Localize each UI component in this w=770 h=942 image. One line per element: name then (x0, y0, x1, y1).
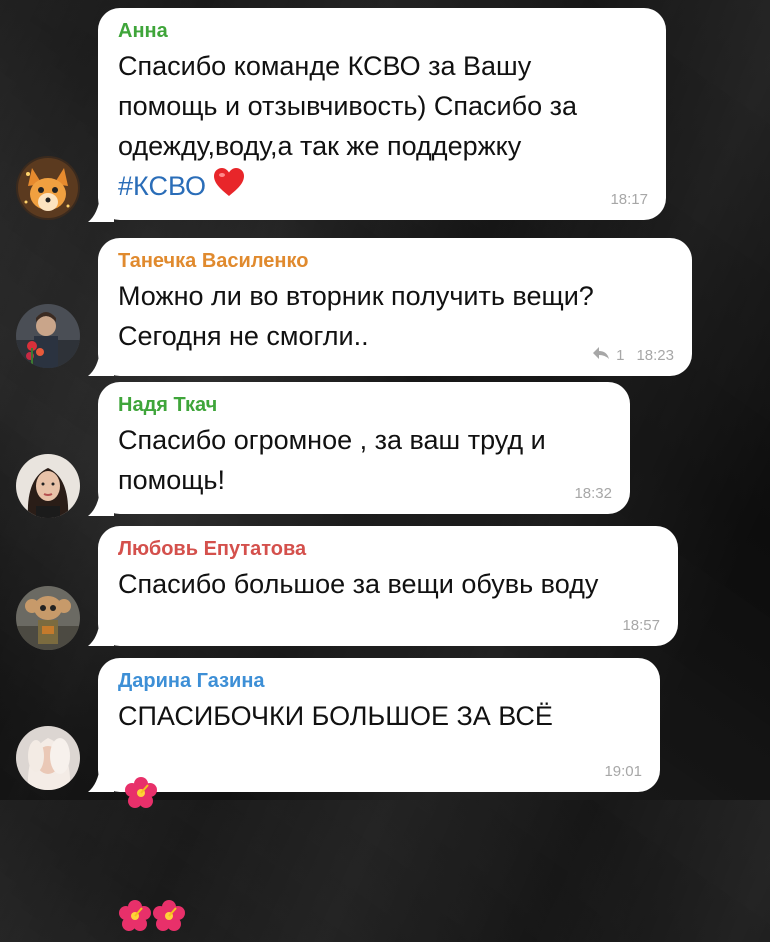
message-time: 18:17 (610, 191, 648, 208)
message-meta: 1 18:23 (592, 346, 674, 364)
message-meta: 19:01 (604, 763, 642, 780)
avatar-lyubov[interactable] (16, 586, 80, 650)
avatar-nadya[interactable] (16, 454, 80, 518)
message-bubble[interactable]: Дарина Газина СПАСИБОЧКИ БОЛЬШОЕ ЗА ВСЁ … (98, 658, 660, 931)
avatar-anna[interactable] (16, 156, 80, 220)
sender-name[interactable]: Анна (118, 18, 646, 46)
message-body: СПАСИБОЧКИ БОЛЬШОЕ ЗА ВСЁ (118, 701, 553, 731)
hibiscus-icon (152, 859, 186, 942)
message-text: Спасибо огромное , за ваш труд и помощь! (118, 425, 546, 495)
message-bubble[interactable]: Надя Ткач Спасибо огромное , за ваш труд… (98, 382, 630, 514)
sender-name[interactable]: Дарина Газина (118, 668, 640, 696)
message-lyubov[interactable]: Любовь Епутатова Спасибо большое за вещи… (0, 520, 770, 650)
message-nadya[interactable]: Надя Ткач Спасибо огромное , за ваш труд… (0, 380, 770, 520)
message-time: 19:01 (604, 763, 642, 780)
message-time: 18:57 (622, 617, 660, 634)
hibiscus-icon (124, 736, 158, 819)
sender-name[interactable]: Любовь Епутатова (118, 536, 658, 564)
message-bubble[interactable]: Анна Спасибо команде КСВО за Вашу помощь… (98, 8, 666, 220)
message-text: Можно ли во вторник получить вещи? Сегод… (118, 281, 594, 351)
message-text: Спасибо большое за вещи обувь воду (118, 569, 599, 599)
message-anna[interactable]: Анна Спасибо команде КСВО за Вашу помощь… (0, 0, 770, 225)
reply-count: 1 (616, 346, 625, 364)
message-text: СПАСИБОЧКИ БОЛЬШОЕ ЗА ВСЁ (118, 696, 640, 942)
avatar-tanechka[interactable] (16, 304, 80, 368)
hashtag-link[interactable]: #КСВО (118, 171, 206, 201)
message-time: 18:32 (574, 485, 612, 502)
message-meta: 18:32 (574, 485, 612, 502)
message-body: Спасибо команде КСВО за Вашу помощь и от… (118, 51, 578, 161)
sender-name[interactable]: Надя Ткач (118, 392, 610, 420)
message-meta: 18:57 (622, 617, 660, 634)
message-darina[interactable]: Дарина Газина СПАСИБОЧКИ БОЛЬШОЕ ЗА ВСЁ … (0, 650, 770, 931)
avatar-darina[interactable] (16, 726, 80, 790)
message-bubble[interactable]: Любовь Епутатова Спасибо большое за вещи… (98, 526, 678, 646)
message-meta: 18:17 (610, 191, 648, 208)
red-heart-icon (212, 166, 246, 209)
sender-name[interactable]: Танечка Василенко (118, 248, 672, 276)
hibiscus-icon (118, 859, 152, 942)
reply-arrow-icon[interactable] (592, 346, 610, 364)
message-bubble[interactable]: Танечка Василенко Можно ли во вторник по… (98, 238, 692, 376)
message-tanechka[interactable]: Танечка Василенко Можно ли во вторник по… (0, 230, 770, 380)
message-text: Спасибо команде КСВО за Вашу помощь и от… (118, 46, 646, 209)
message-time: 18:23 (636, 346, 674, 364)
